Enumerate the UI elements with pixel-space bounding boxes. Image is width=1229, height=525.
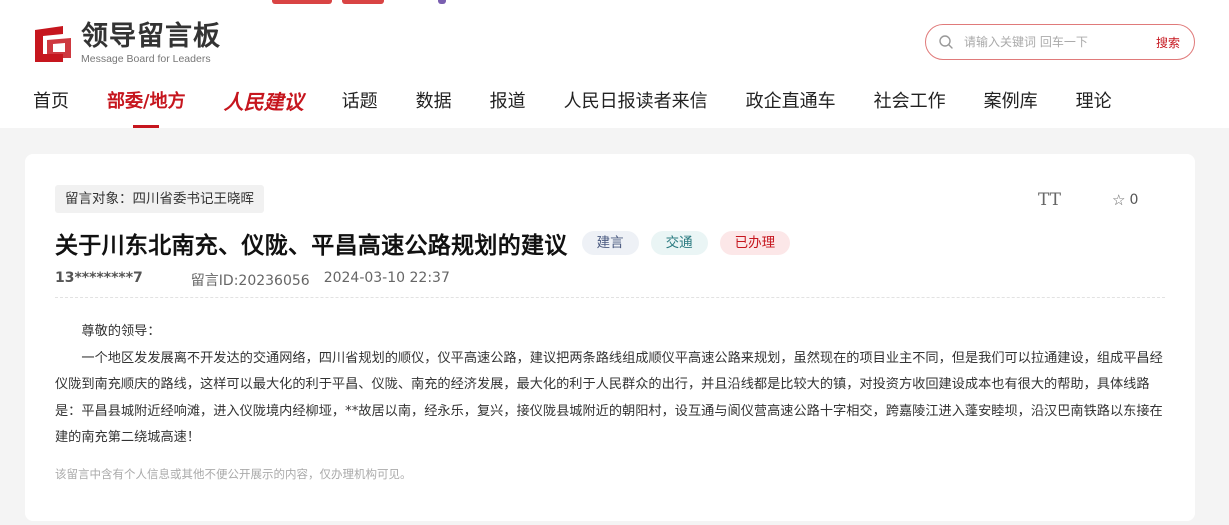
nav-item-enterprise-express[interactable]: 政企直通车	[746, 86, 836, 118]
nav-item-people-suggestions[interactable]: 人民建议	[224, 86, 304, 118]
search-box: 搜索	[925, 24, 1195, 60]
message-content: 尊敬的领导： 一个地区发发展离不开发达的交通网络，四川省规划的顺仪，仪平高速公路…	[55, 319, 1167, 452]
message-datetime: 2024-03-10 22:37	[323, 270, 450, 286]
main-nav: 首页 部委/地方 人民建议 话题 数据 报道 人民日报读者来信 政企直通车 社会…	[33, 86, 1150, 128]
nav-item-ministries-local[interactable]: 部委/地方	[107, 86, 186, 118]
font-size-icon[interactable]: TT	[1038, 190, 1061, 210]
message-target: 留言对象：四川省委书记王晓晖	[55, 185, 264, 213]
tag-traffic: 交通	[650, 231, 708, 255]
message-id: 留言ID:20236056	[190, 273, 310, 289]
status-badge: 已办理	[719, 231, 791, 255]
search-input[interactable]	[964, 35, 1139, 49]
message-greeting: 尊敬的领导：	[81, 324, 161, 339]
search-button[interactable]: 搜索	[1156, 34, 1180, 51]
message-author: 13********7	[55, 270, 143, 286]
search-icon	[939, 35, 953, 49]
message-body: 一个地区发发展离不开发达的交通网络，四川省规划的顺仪，仪平高速公路，建议把两条路…	[55, 350, 1163, 446]
divider	[55, 297, 1165, 298]
nav-item-data[interactable]: 数据	[416, 86, 452, 118]
logo-title: 领导留言板	[81, 20, 221, 52]
logo-subtitle: Message Board for Leaders	[81, 52, 211, 65]
title-row: 关于川东北南充、仪陇、平昌高速公路规划的建议 建言 交通 已办理	[55, 226, 791, 260]
tag-suggestion: 建言	[581, 231, 639, 255]
logo-mark-icon	[33, 24, 73, 62]
nav-item-topics[interactable]: 话题	[342, 86, 378, 118]
message-title: 关于川东北南充、仪陇、平昌高速公路规划的建议	[55, 233, 568, 259]
nav-item-home[interactable]: 首页	[33, 86, 69, 118]
message-card: 留言对象：四川省委书记王晓晖 TT ☆ 0 关于川东北南充、仪陇、平昌高速公路规…	[25, 154, 1195, 521]
site-logo[interactable]: 领导留言板 Message Board for Leaders	[33, 20, 221, 65]
nav-item-theory[interactable]: 理论	[1076, 86, 1112, 118]
favorite-count: 0	[1129, 192, 1139, 208]
favorite-button[interactable]: ☆ 0	[1112, 191, 1138, 209]
top-sliver	[0, 0, 1229, 6]
nav-item-reports[interactable]: 报道	[490, 86, 526, 118]
star-icon: ☆	[1112, 191, 1126, 209]
nav-item-social-work[interactable]: 社会工作	[874, 86, 946, 118]
nav-item-reader-letters[interactable]: 人民日报读者来信	[564, 86, 708, 118]
message-meta: 13********7 留言ID:20236056 2024-03-10 22:…	[55, 270, 450, 290]
site-header: 领导留言板 Message Board for Leaders 搜索 首页 部委…	[0, 0, 1229, 128]
privacy-note: 该留言中含有个人信息或其他不便公开展示的内容，仅办理机构可见。	[55, 467, 412, 481]
nav-item-case-library[interactable]: 案例库	[984, 86, 1038, 118]
